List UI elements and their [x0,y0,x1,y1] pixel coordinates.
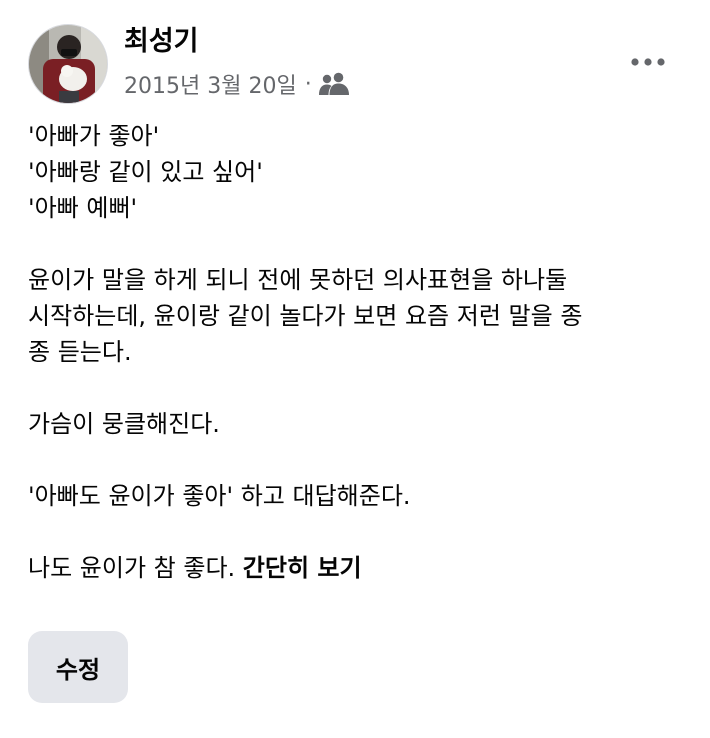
post-line: '아빠랑 같이 있고 싶어' [28,158,263,186]
post-last-line: 나도 윤이가 참 좋다. 간단히 보기 [28,550,688,586]
post-line: '아빠 예뻐' [28,194,138,222]
post-text: '아빠가 좋아' '아빠랑 같이 있고 싶어' '아빠 예뻐' 윤이가 말을 하… [28,118,688,586]
edit-button[interactable]: 수정 [28,631,128,703]
post-line: 윤이가 말을 하게 되니 전에 못하던 의사표현을 하나둘 [28,266,568,294]
see-less-link[interactable]: 간단히 보기 [243,554,362,582]
post-line: 나도 윤이가 참 좋다. [28,554,236,582]
post-line: '아빠가 좋아' [28,122,160,150]
more-options-button[interactable] [622,44,674,80]
avatar-photo [29,25,107,103]
post-line: '아빠도 윤이가 좋아' 하고 대답해준다. [28,482,411,510]
post-meta: 2015년 3월 20일 · [124,68,350,100]
author-avatar[interactable] [28,24,108,104]
post-date[interactable]: 2015년 3월 20일 [124,68,297,100]
post-card: 최성기 2015년 3월 20일 · '아빠가 좋아' '아빠랑 같이 있고 싶… [0,0,710,738]
author-name[interactable]: 최성기 [124,24,199,60]
post-line: 가슴이 뭉클해진다. [28,410,220,438]
friends-icon[interactable] [318,72,350,96]
post-line: 시작하는데, 윤이랑 같이 놀다가 보면 요즘 저런 말을 종 [28,302,583,330]
post-line: 종 듣는다. [28,338,132,366]
meta-separator: · [304,71,312,97]
more-options-icon [631,58,665,66]
